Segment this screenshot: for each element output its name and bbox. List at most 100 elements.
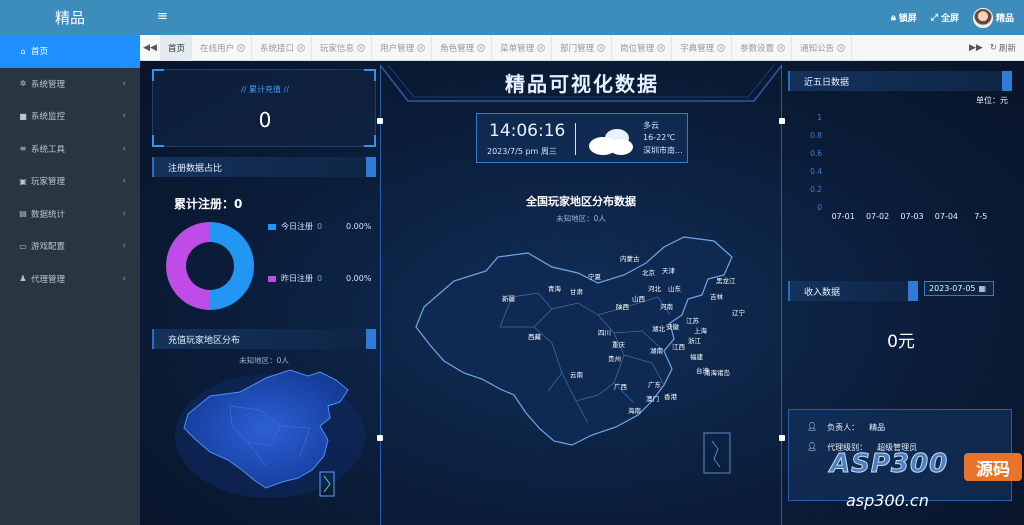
tab-3[interactable]: 玩家信息 × (312, 34, 373, 61)
sidebar-item-2[interactable]: ■ 系统监控 ‹ (0, 100, 140, 133)
donut-segment-today[interactable] (210, 222, 254, 310)
tab-scroll-left-icon[interactable]: ◀◀ (140, 43, 160, 53)
income-date-picker[interactable]: 2023-07-05 ▦ (924, 281, 994, 296)
tab-2[interactable]: 系统接口 × (252, 34, 313, 61)
province-label[interactable]: 山西 (632, 293, 645, 303)
sidebar-menu: ⌂ 首页 ✲ 系统管理 ‹ ■ 系统监控 ‹ ≡ 系统工具 ‹ ▣ 玩家管理 ‹ ▤ 数据统计 ‹ ▭ 游戏配置 ‹ ♟… (0, 35, 140, 295)
sidebar-item-7[interactable]: ♟ 代理管理 ‹ (0, 263, 140, 296)
province-label[interactable]: 黑龙江 (716, 275, 736, 285)
province-label[interactable]: 浙江 (688, 335, 701, 345)
weather-city: 深圳市南... (643, 146, 683, 155)
province-label[interactable]: 香港 (664, 391, 677, 401)
province-label[interactable]: 陕西 (616, 301, 629, 311)
manager-label: 负责人： (827, 423, 860, 432)
province-label[interactable]: 北京 (642, 267, 655, 277)
province-label[interactable]: 山东 (668, 283, 681, 293)
province-label[interactable]: 江西 (672, 341, 685, 351)
province-label[interactable]: 新疆 (502, 293, 515, 303)
close-icon[interactable]: × (597, 43, 606, 52)
province-label[interactable]: 云南 (570, 369, 583, 379)
province-label[interactable]: 上海 (694, 325, 707, 335)
resize-handle[interactable] (779, 435, 785, 441)
cloud-icon (589, 129, 633, 155)
sidebar-item-5[interactable]: ▤ 数据统计 ‹ (0, 198, 140, 231)
province-label[interactable]: 海南 (628, 405, 641, 415)
user-card-icon: ▣ (19, 176, 27, 186)
close-icon[interactable]: × (417, 43, 426, 52)
province-label[interactable]: 天津 (662, 265, 675, 275)
tab-5[interactable]: 角色管理 × (432, 34, 493, 61)
donut-segment-yesterday[interactable] (166, 222, 210, 310)
province-label[interactable]: 重庆 (612, 339, 625, 349)
refresh-icon: ↻ (989, 42, 997, 53)
province-label[interactable]: 湖南 (650, 345, 663, 355)
close-icon[interactable]: × (717, 43, 726, 52)
sidebar-item-3[interactable]: ≡ 系统工具 ‹ (0, 133, 140, 166)
province-label[interactable]: 河北 (648, 283, 661, 293)
tab-label: 字典管理 (680, 43, 715, 54)
x-tick-label: 7-5 (974, 212, 987, 221)
legend-yesterday[interactable]: 昨日注册 0 0.00% (268, 273, 371, 284)
province-label[interactable]: 福建 (690, 351, 703, 361)
province-label[interactable]: 河南 (660, 301, 673, 311)
close-icon[interactable]: × (237, 43, 246, 52)
sidebar-item-4[interactable]: ▣ 玩家管理 ‹ (0, 165, 140, 198)
province-label[interactable]: 湖北 (652, 323, 665, 333)
province-label[interactable]: 宁夏 (588, 271, 601, 281)
legend-today[interactable]: 今日注册 0 0.00% (268, 221, 371, 232)
tab-8[interactable]: 岗位管理 × (612, 34, 673, 61)
tab-1[interactable]: 在线用户 × (192, 34, 253, 61)
province-label[interactable]: 甘肃 (570, 286, 583, 296)
sidebar-item-6[interactable]: ▭ 游戏配置 ‹ (0, 230, 140, 263)
watermark-badge: 源码 (964, 453, 1022, 481)
tab-9[interactable]: 字典管理 × (672, 34, 733, 61)
refresh-button[interactable]: ↻ 刷新 (986, 42, 1024, 54)
agent-icon: ♟ (19, 274, 27, 284)
province-label[interactable]: 辽宁 (732, 307, 745, 317)
sidebar-item-0[interactable]: ⌂ 首页 (0, 35, 140, 68)
tab-6[interactable]: 菜单管理 × (492, 34, 553, 61)
tab-11[interactable]: 通知公告 × (792, 34, 853, 61)
province-label[interactable]: 广西 (614, 381, 627, 391)
close-icon[interactable]: × (657, 43, 666, 52)
tab-0[interactable]: 首页 (160, 34, 193, 61)
user-menu[interactable]: 精品 (972, 7, 1014, 28)
province-label[interactable]: 江苏 (686, 315, 699, 325)
resize-handle[interactable] (377, 435, 383, 441)
resize-handle[interactable] (377, 118, 383, 124)
tab-10[interactable]: 参数设置 × (732, 34, 793, 61)
resize-handle[interactable] (779, 118, 785, 124)
province-label[interactable]: 吉林 (710, 291, 723, 301)
close-icon[interactable]: × (837, 43, 846, 52)
province-label[interactable]: 南海诸岛 (704, 367, 730, 377)
close-icon[interactable]: × (537, 43, 546, 52)
province-label[interactable]: 贵州 (608, 353, 621, 363)
refresh-label: 刷新 (998, 43, 1016, 54)
province-label[interactable]: 澳门 (646, 393, 659, 403)
sidebar-item-1[interactable]: ✲ 系统管理 ‹ (0, 68, 140, 101)
province-label[interactable]: 青海 (548, 283, 561, 293)
fullscreen-button[interactable]: ⤢ 全屏 (931, 11, 959, 25)
province-label[interactable]: 内蒙古 (620, 253, 640, 263)
frame-corner (364, 69, 376, 81)
close-icon[interactable]: × (357, 43, 366, 52)
menu-toggle-icon[interactable]: ≡ (157, 9, 168, 24)
tab-label: 菜单管理 (500, 43, 535, 54)
app-logo[interactable]: 精品 (0, 0, 140, 35)
province-label[interactable]: 四川 (598, 327, 611, 337)
province-label[interactable]: 西藏 (528, 331, 541, 341)
tab-7[interactable]: 部门管理 × (552, 34, 613, 61)
tab-scroll-right-icon[interactable]: ▶▶ (966, 43, 986, 53)
close-icon[interactable]: × (477, 43, 486, 52)
close-icon[interactable]: × (297, 43, 306, 52)
tab-bar: ◀◀ 首页 在线用户 × 系统接口 × 玩家信息 × 用户管理 × 角色管理 × 菜单管理 × 部门管理 ×… (140, 34, 1024, 61)
province-label[interactable]: 广东 (648, 379, 661, 389)
tab-4[interactable]: 用户管理 × (372, 34, 433, 61)
user-name: 精品 (995, 14, 1014, 24)
weather-temperature: 16-22℃ (643, 133, 676, 142)
y-tick-label: 0.2 (810, 185, 822, 194)
lock-screen-button[interactable]: 🔒︎ 锁屏 (891, 11, 917, 25)
sidebar-item-label: 玩家管理 (31, 177, 66, 188)
close-icon[interactable]: × (777, 43, 786, 52)
province-label[interactable]: 安徽 (666, 321, 679, 331)
